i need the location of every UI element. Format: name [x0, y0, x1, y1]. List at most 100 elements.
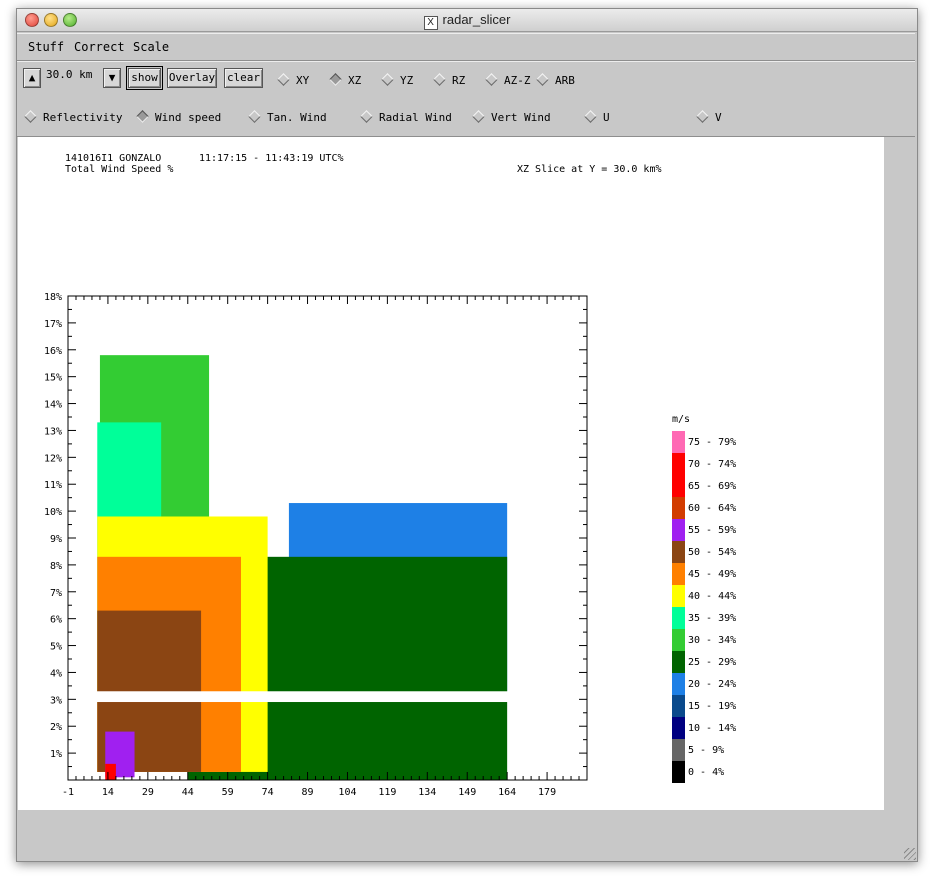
radio-diamond-selected-icon [329, 73, 342, 86]
y-tick-label: 7% [50, 588, 62, 599]
radio-diamond-icon [472, 110, 485, 123]
legend-label: 50 - 54% [688, 547, 736, 558]
radio-diamond-icon [696, 110, 709, 123]
legend-label: 35 - 39% [688, 613, 736, 624]
show-button[interactable]: show [126, 66, 163, 90]
radio-diamond-icon [536, 73, 549, 86]
y-tick-label: 17% [44, 319, 62, 330]
field-u-radio[interactable]: U [584, 110, 610, 125]
title-bar: Xradar_slicer [17, 9, 917, 32]
heatmap-region-8 [105, 763, 116, 780]
radar-slicer-window: Xradar_slicer Stuff Correct Scale ▲ 30.0… [16, 8, 918, 862]
distance-down-button[interactable]: ▼ [103, 68, 121, 88]
legend-swatch [672, 541, 685, 563]
x-tick-label: 104 [338, 787, 356, 798]
wind-speed-cross-section-chart: -1 14 29 44 59 74 89 104 119 134 149 164 179 1% 2% 3% 4%… [44, 292, 736, 798]
y-tick-label: 11% [44, 480, 62, 491]
legend-swatch [672, 519, 685, 541]
legend-swatch [672, 739, 685, 761]
legend-swatch [672, 695, 685, 717]
x-tick-label: 179 [538, 787, 556, 798]
legend-label: 5 - 9% [688, 745, 724, 756]
overlay-button[interactable]: Overlay [167, 68, 217, 88]
x-tick-label: 119 [378, 787, 396, 798]
menu-stuff[interactable]: Stuff [28, 40, 64, 54]
legend-swatch [672, 651, 685, 673]
legend-swatch [672, 453, 685, 475]
legend-swatch [672, 431, 685, 453]
field-reflectivity-radio[interactable]: Reflectivity [24, 110, 122, 125]
radio-diamond-icon [381, 73, 394, 86]
x-tick-label: 134 [418, 787, 436, 798]
radio-diamond-icon [24, 110, 37, 123]
radio-diamond-icon [584, 110, 597, 123]
legend-label: 55 - 59% [688, 525, 736, 536]
x-tick-label: 89 [302, 787, 314, 798]
x-tick-label: -1 [62, 787, 74, 798]
menu-scale[interactable]: Scale [133, 40, 169, 54]
y-tick-label: 12% [44, 453, 62, 464]
radio-diamond-icon [360, 110, 373, 123]
y-tick-label: 13% [44, 426, 62, 437]
y-tick-label: 10% [44, 507, 62, 518]
x11-icon: X [423, 16, 438, 30]
legend-label: 0 - 4% [688, 767, 724, 778]
y-tick-label: 1% [50, 749, 62, 760]
legend-label: 65 - 69% [688, 481, 736, 492]
distance-up-button[interactable]: ▲ [23, 68, 41, 88]
window-title: radar_slicer [442, 12, 511, 27]
y-tick-label: 2% [50, 722, 62, 733]
field-tan-wind-radio[interactable]: Tan. Wind [248, 110, 327, 125]
window-title-area: Xradar_slicer [17, 12, 917, 30]
plot-canvas[interactable]: 141016I1 GONZALO 11:17:15 - 11:43:19 UTC… [18, 137, 884, 810]
legend-label: 45 - 49% [688, 569, 736, 580]
radio-diamond-icon [248, 110, 261, 123]
legend-swatch [672, 563, 685, 585]
resize-grip-icon[interactable] [904, 848, 916, 860]
legend-label: 60 - 64% [688, 503, 736, 514]
y-tick-label: 3% [50, 695, 62, 706]
legend-label: 20 - 24% [688, 679, 736, 690]
clear-button[interactable]: clear [224, 68, 263, 88]
slice-yz-radio[interactable]: YZ [381, 73, 413, 88]
y-tick-label: 5% [50, 642, 62, 653]
legend-label: 30 - 34% [688, 635, 736, 646]
slice-rz-radio[interactable]: RZ [433, 73, 465, 88]
slice-arb-radio[interactable]: ARB [536, 73, 575, 88]
slice-xz-radio[interactable]: XZ [329, 73, 361, 88]
y-tick-label: 8% [50, 561, 62, 572]
y-tick-label: 15% [44, 373, 62, 384]
legend-swatch [672, 717, 685, 739]
legend-swatch [672, 673, 685, 695]
x-tick-label: 29 [142, 787, 154, 798]
legend-swatch [672, 585, 685, 607]
x-tick-label: 149 [458, 787, 476, 798]
y-tick-label: 6% [50, 615, 62, 626]
toolbar: ▲ 30.0 km ▼ show Overlay clear XY XZ YZ … [17, 61, 915, 137]
field-vert-wind-radio[interactable]: Vert Wind [472, 110, 551, 125]
x-tick-label: 164 [498, 787, 516, 798]
field-wind-speed-radio[interactable]: Wind speed [136, 110, 221, 125]
data-gap-band [69, 691, 587, 703]
legend-swatch [672, 607, 685, 629]
field-v-radio[interactable]: V [696, 110, 722, 125]
legend-label: 40 - 44% [688, 591, 736, 602]
x-tick-label: 44 [182, 787, 194, 798]
y-tick-label: 9% [50, 534, 62, 545]
legend-swatch [672, 497, 685, 519]
y-tick-label: 14% [44, 400, 62, 411]
slice-xy-radio[interactable]: XY [277, 73, 309, 88]
legend-swatch [672, 629, 685, 651]
menu-correct[interactable]: Correct [74, 40, 125, 54]
legend-label: 10 - 14% [688, 723, 736, 734]
x-tick-label: 14 [102, 787, 114, 798]
field-radial-wind-radio[interactable]: Radial Wind [360, 110, 452, 125]
legend-label: 15 - 19% [688, 701, 736, 712]
legend-swatch [672, 475, 685, 497]
slice-az-z-radio[interactable]: AZ-Z [485, 73, 531, 88]
y-tick-label: 18% [44, 292, 62, 303]
radio-diamond-icon [277, 73, 290, 86]
menu-bar: Stuff Correct Scale [17, 33, 915, 61]
radio-diamond-icon [485, 73, 498, 86]
legend-label: 70 - 74% [688, 459, 736, 470]
